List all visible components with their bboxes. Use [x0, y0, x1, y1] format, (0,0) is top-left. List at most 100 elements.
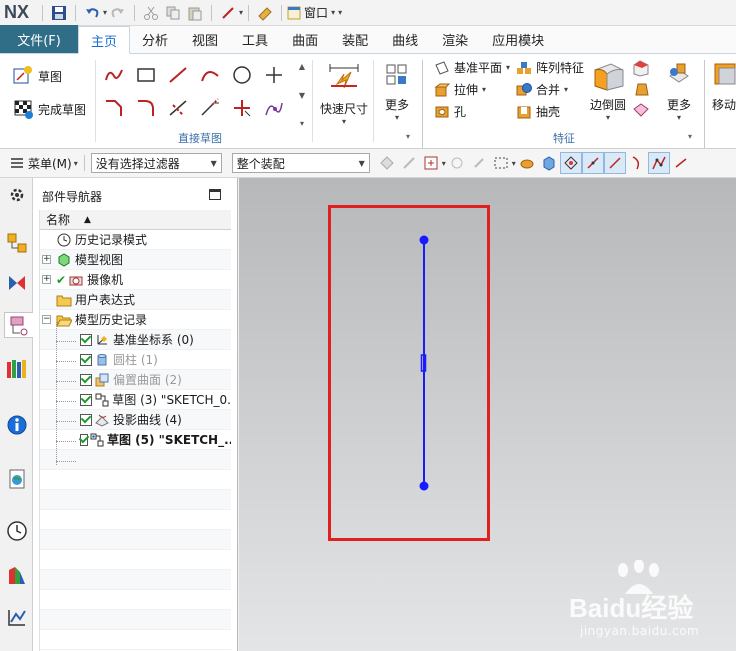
- line-tool-icon[interactable]: [218, 3, 238, 23]
- touch-mode-icon[interactable]: [255, 3, 275, 23]
- copy-icon[interactable]: [163, 3, 183, 23]
- trim-icon[interactable]: [166, 96, 190, 120]
- profile-icon[interactable]: [102, 63, 126, 87]
- extrude-button[interactable]: 拉伸 ▾: [434, 81, 486, 98]
- solid-body-icon[interactable]: [538, 152, 560, 174]
- move-button[interactable]: 移动: [708, 58, 736, 113]
- selection-scope-select[interactable]: 整个装配 ▼: [231, 153, 370, 173]
- snap-more-icon[interactable]: [670, 152, 692, 174]
- snap-filter-icon[interactable]: [398, 152, 420, 174]
- finish-sketch-button[interactable]: 完成草图: [12, 98, 86, 120]
- menu-icon[interactable]: [6, 152, 28, 174]
- snap-tangent-icon[interactable]: [626, 152, 648, 174]
- tab-render[interactable]: 渲染: [430, 25, 480, 53]
- expand-icon[interactable]: +: [42, 275, 51, 284]
- type-filter-select[interactable]: 没有选择过滤器 ▼: [90, 153, 222, 173]
- constraint-navigator-icon[interactable]: [4, 270, 30, 296]
- line-start-point[interactable]: [419, 235, 429, 245]
- extend-icon[interactable]: [198, 96, 222, 120]
- tree-row-user-expressions[interactable]: 用户表达式: [40, 290, 231, 310]
- tab-home[interactable]: 主页: [78, 26, 131, 54]
- line-end-point[interactable]: [419, 481, 429, 491]
- part-navigator-icon[interactable]: [4, 312, 33, 338]
- window-menu[interactable]: 窗口 ▾ ▾: [287, 4, 342, 21]
- visibility-checkbox[interactable]: [80, 393, 92, 406]
- navigator-column-header[interactable]: 名称 ▲: [40, 210, 231, 230]
- visibility-checkbox[interactable]: [80, 373, 92, 386]
- visibility-checkbox[interactable]: [80, 333, 92, 346]
- direct-sketch-launcher-icon[interactable]: ▾: [406, 132, 410, 141]
- info-icon[interactable]: [4, 412, 30, 438]
- snap-intersection-icon[interactable]: [647, 152, 670, 174]
- tree-row-model-history[interactable]: − 模型历史记录: [40, 310, 231, 330]
- collapse-icon[interactable]: −: [42, 315, 51, 324]
- visibility-checkbox[interactable]: [80, 353, 92, 366]
- tab-analysis[interactable]: 分析: [130, 25, 180, 53]
- tree-row-project-curve[interactable]: 投影曲线 (4): [40, 410, 231, 430]
- reuse-library-icon[interactable]: [4, 356, 30, 382]
- snap-endpoint-icon[interactable]: [559, 152, 582, 174]
- customize-quick-access-icon[interactable]: ▾: [338, 8, 342, 17]
- tree-row-offset-surface[interactable]: 偏置曲面 (2): [40, 370, 231, 390]
- tree-row-datum-csys[interactable]: 基准坐标系 (0): [40, 330, 231, 350]
- blend-face-icon[interactable]: [629, 98, 653, 122]
- select-all-icon[interactable]: [468, 152, 490, 174]
- tab-tools[interactable]: 工具: [230, 25, 280, 53]
- expand-icon[interactable]: +: [42, 255, 51, 264]
- pattern-feature-button[interactable]: 阵列特征: [516, 59, 584, 76]
- graphics-window[interactable]: Baidu经验 jingyan.baidu.com: [239, 178, 736, 651]
- tab-surface[interactable]: 曲面: [280, 25, 330, 53]
- cut-icon[interactable]: [141, 3, 161, 23]
- sketch-more-button[interactable]: 更多 ▾: [378, 60, 416, 122]
- rectangle-select-icon[interactable]: [490, 152, 512, 174]
- hole-button[interactable]: 孔: [434, 103, 466, 120]
- save-icon[interactable]: [49, 3, 69, 23]
- circle-icon[interactable]: [230, 63, 254, 87]
- tree-row-model-views[interactable]: + 模型视图: [40, 250, 231, 270]
- tree-row-camera[interactable]: + ✔ 摄像机: [40, 270, 231, 290]
- settings-gear-icon[interactable]: [4, 182, 30, 208]
- snap-on-curve-icon[interactable]: [603, 152, 626, 174]
- tree-row-sketch-5[interactable]: 草图 (5) "SKETCH_..: [40, 430, 231, 450]
- roles-icon[interactable]: [4, 604, 30, 630]
- tab-curve[interactable]: 曲线: [380, 25, 430, 53]
- undo-icon[interactable]: [82, 3, 102, 23]
- tab-file[interactable]: 文件(F): [0, 25, 78, 53]
- curve-gallery-scroll[interactable]: ▲ ▼ ▾: [296, 62, 308, 128]
- palette-icon[interactable]: [4, 562, 30, 588]
- point-icon[interactable]: [262, 63, 286, 87]
- tab-view[interactable]: 视图: [180, 25, 230, 53]
- history-clock-icon[interactable]: [4, 518, 30, 544]
- visibility-checkbox[interactable]: [80, 413, 92, 426]
- tab-assembly[interactable]: 装配: [330, 25, 380, 53]
- menu-button[interactable]: 菜单(M) ▾: [28, 155, 78, 172]
- combine-button[interactable]: 合并 ▾: [516, 81, 568, 98]
- paste-icon[interactable]: [185, 3, 205, 23]
- general-select-icon[interactable]: [376, 152, 398, 174]
- datum-plane-button[interactable]: 基准平面 ▾: [434, 59, 510, 76]
- arc-icon[interactable]: [198, 63, 222, 87]
- spline-icon[interactable]: [262, 96, 286, 120]
- redo-icon[interactable]: [108, 3, 128, 23]
- fillet-icon[interactable]: [134, 96, 158, 120]
- web-browser-icon[interactable]: [4, 466, 30, 492]
- feature-launcher-icon[interactable]: ▾: [688, 132, 692, 141]
- deselect-icon[interactable]: [446, 152, 468, 174]
- edge-blend-button[interactable]: 边倒圆 ▾: [586, 58, 630, 122]
- corner-icon[interactable]: [230, 96, 254, 120]
- undo-dropdown-icon[interactable]: ▾: [103, 8, 107, 17]
- tree-row-cylinder[interactable]: 圆柱 (1): [40, 350, 231, 370]
- visibility-checkbox[interactable]: [80, 433, 88, 446]
- assembly-navigator-icon[interactable]: [4, 230, 30, 256]
- rectangle-icon[interactable]: [134, 63, 158, 87]
- tree-row-sketch-3[interactable]: 草图 (3) "SKETCH_0.: [40, 390, 231, 410]
- sketch-button[interactable]: 草图: [12, 65, 62, 87]
- snap-midpoint-icon[interactable]: [581, 152, 604, 174]
- tree-row-history-mode[interactable]: 历史记录模式: [40, 230, 231, 250]
- quick-dimension-button[interactable]: 快速尺寸 ▾: [318, 60, 370, 126]
- feature-more-button[interactable]: 更多 ▾: [660, 58, 698, 122]
- tab-application[interactable]: 应用模块: [480, 25, 556, 53]
- shaded-view-icon[interactable]: [516, 152, 538, 174]
- chamfer-icon[interactable]: [102, 96, 126, 120]
- shell-button[interactable]: 抽壳: [516, 103, 560, 120]
